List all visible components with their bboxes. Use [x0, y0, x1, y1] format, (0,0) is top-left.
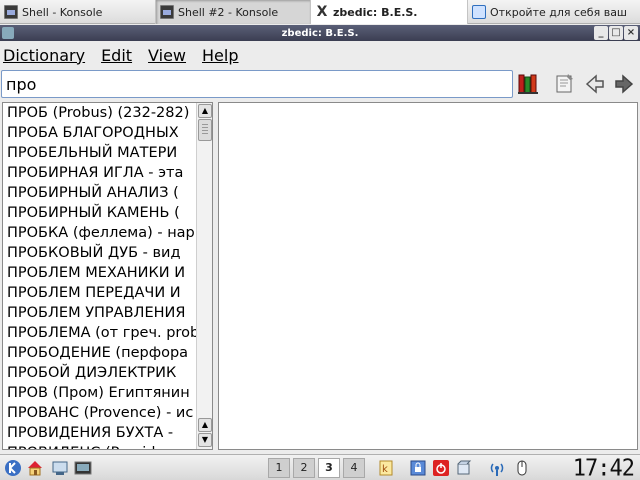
- minimize-button[interactable]: _: [594, 26, 608, 40]
- word-list-item[interactable]: ПРОВАНС (Provence) - ис: [3, 403, 196, 423]
- menu-view[interactable]: View: [148, 46, 186, 65]
- close-button[interactable]: ×: [624, 26, 638, 40]
- books-icon[interactable]: [517, 72, 541, 96]
- word-list-item[interactable]: ПРОБЛЕМА (от греч. prob: [3, 323, 196, 343]
- word-list-item[interactable]: ПРОБ (Probus) (232-282): [3, 103, 196, 123]
- search-input[interactable]: [1, 70, 513, 98]
- task-label: Откройте для себя ваш: [490, 5, 627, 19]
- back-arrow-icon[interactable]: [583, 72, 607, 96]
- task-shell2-konsole[interactable]: Shell #2 - Konsole: [156, 0, 311, 24]
- logout-icon[interactable]: [431, 458, 451, 478]
- desktop-1[interactable]: 1: [268, 458, 290, 478]
- maximize-button[interactable]: □: [609, 26, 623, 40]
- menu-bar: Dictionary Edit View Help: [0, 42, 640, 68]
- task-label: zbedic: B.E.S.: [333, 5, 418, 19]
- window-titlebar[interactable]: zbedic: B.E.S. _ □ ×: [0, 25, 640, 41]
- lock-screen-icon[interactable]: [408, 458, 428, 478]
- word-list-item[interactable]: ПРОБОДЕНИЕ (перфора: [3, 343, 196, 363]
- window-title: zbedic: B.E.S.: [281, 27, 359, 39]
- word-list-item[interactable]: ПРОБЛЕМ ПЕРЕДАЧИ И: [3, 283, 196, 303]
- task-label: Shell #2 - Konsole: [178, 5, 279, 19]
- scroll-up-bottom-icon[interactable]: ▲: [198, 418, 212, 432]
- desktop-2[interactable]: 2: [293, 458, 315, 478]
- forward-arrow-icon[interactable]: [612, 72, 636, 96]
- word-list-item[interactable]: ПРОВ (Пром) Египтянин: [3, 383, 196, 403]
- menu-dictionary[interactable]: Dictionary: [3, 46, 85, 65]
- network-icon[interactable]: [50, 458, 70, 478]
- word-list-item[interactable]: ПРОВИДЕНС (Providence: [3, 443, 196, 449]
- bottom-panel: 1 2 3 4 k 17:42: [0, 454, 640, 480]
- word-list-panel: ПРОБ (Probus) (232-282) ПРОБА БЛАГОРОДНЫХ…: [2, 102, 213, 450]
- word-list-item[interactable]: ПРОБЛЕМ УПРАВЛЕНИЯ: [3, 303, 196, 323]
- desktop-4[interactable]: 4: [343, 458, 365, 478]
- screen: Shell - Konsole Shell #2 - Konsole X zbe…: [0, 0, 640, 480]
- scroll-down-icon[interactable]: ▼: [198, 433, 212, 447]
- task-zbedic[interactable]: X zbedic: B.E.S.: [311, 0, 468, 24]
- word-list-item[interactable]: ПРОБЛЕМ МЕХАНИКИ И: [3, 263, 196, 283]
- window-buttons: _ □ ×: [593, 26, 638, 40]
- window-menu-icon[interactable]: [2, 27, 14, 39]
- word-list-item[interactable]: ПРОБА БЛАГОРОДНЫХ: [3, 123, 196, 143]
- mouse-icon[interactable]: [512, 458, 532, 478]
- task-shell-konsole[interactable]: Shell - Konsole: [0, 0, 156, 24]
- word-list-item[interactable]: ПРОБКА (феллема) - нар: [3, 223, 196, 243]
- definition-pane[interactable]: [218, 102, 638, 450]
- bookmark-icon[interactable]: [553, 72, 577, 96]
- task-label: Shell - Konsole: [22, 5, 103, 19]
- task-discover[interactable]: Откройте для себя ваш: [468, 0, 640, 24]
- scroll-up-icon[interactable]: ▲: [198, 104, 212, 118]
- word-list-item[interactable]: ПРОБЕЛЬНЫЙ МАТЕРИ: [3, 143, 196, 163]
- home-icon[interactable]: [25, 458, 45, 478]
- taskbar: Shell - Konsole Shell #2 - Konsole X zbe…: [0, 0, 640, 24]
- word-list-item[interactable]: ПРОБИРНАЯ ИГЛА - эта: [3, 163, 196, 183]
- konsole-icon: [160, 5, 174, 19]
- menu-edit[interactable]: Edit: [101, 46, 132, 65]
- terminal-icon[interactable]: [73, 458, 93, 478]
- word-list-item[interactable]: ПРОВИДЕНИЯ БУХТА -: [3, 423, 196, 443]
- word-list-item[interactable]: ПРОБИРНЫЙ АНАЛИЗ (: [3, 183, 196, 203]
- menu-help[interactable]: Help: [202, 46, 238, 65]
- kate-icon[interactable]: k: [376, 458, 396, 478]
- files-icon[interactable]: [454, 458, 474, 478]
- wireless-icon[interactable]: [487, 458, 507, 478]
- desktop-3[interactable]: 3: [318, 458, 340, 478]
- x-icon: X: [316, 4, 328, 20]
- word-list-scrollbar[interactable]: ▲ ▲ ▼: [196, 103, 212, 449]
- scroll-thumb[interactable]: [198, 119, 212, 141]
- word-list-item[interactable]: ПРОБОЙ ДИЭЛЕКТРИК: [3, 363, 196, 383]
- folder-icon: [472, 5, 486, 19]
- word-list-item[interactable]: ПРОБИРНЫЙ КАМЕНЬ (: [3, 203, 196, 223]
- word-list-item[interactable]: ПРОБКОВЫЙ ДУБ - вид: [3, 243, 196, 263]
- k-menu-icon[interactable]: [3, 458, 23, 478]
- konsole-icon: [4, 5, 18, 19]
- clock[interactable]: 17:42: [573, 455, 635, 480]
- svg-text:k: k: [382, 464, 388, 475]
- toolbar: [0, 70, 640, 100]
- word-list[interactable]: ПРОБ (Probus) (232-282) ПРОБА БЛАГОРОДНЫХ…: [3, 103, 196, 449]
